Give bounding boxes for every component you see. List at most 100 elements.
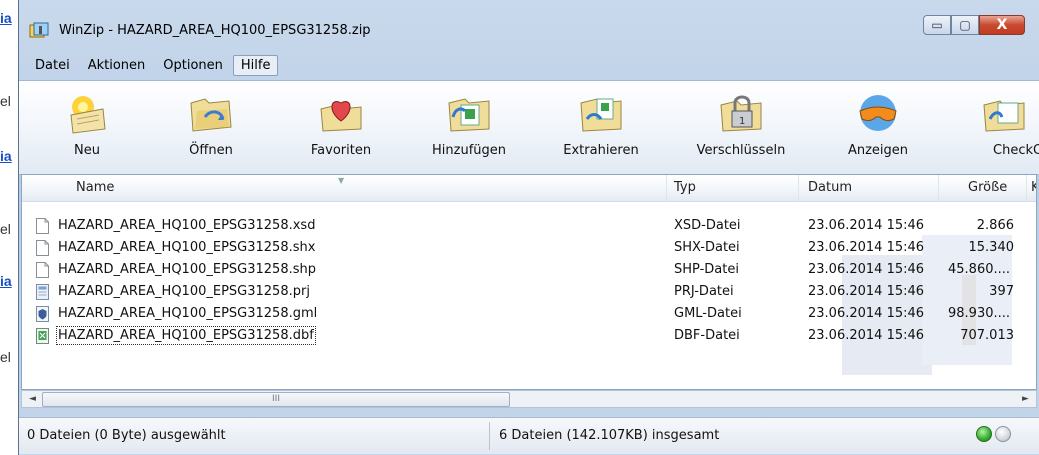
status-divider xyxy=(489,422,490,450)
tool-label: Neu xyxy=(74,143,100,158)
menu-bar: Datei Aktionen Optionen Hilfe xyxy=(27,53,280,77)
file-size: 15.340 xyxy=(968,240,1015,255)
add-files-icon xyxy=(448,98,490,132)
extract-icon xyxy=(580,98,622,132)
menu-datei[interactable]: Datei xyxy=(27,55,78,76)
column-header-k[interactable]: K xyxy=(1031,180,1036,195)
file-row[interactable]: HAZARD_AREA_HQ100_EPSG31258.prj PRJ-Date… xyxy=(22,281,1036,303)
file-row[interactable]: HAZARD_AREA_HQ100_EPSG31258.xsd XSD-Date… xyxy=(22,215,1036,237)
tool-extrahieren-button[interactable]: Extrahieren xyxy=(551,87,651,171)
file-size: 2.866 xyxy=(976,218,1014,233)
tool-neu-button[interactable]: Neu xyxy=(37,87,137,171)
new-archive-icon xyxy=(70,96,106,134)
checkout-icon xyxy=(983,100,1025,132)
file-name: HAZARD_AREA_HQ100_EPSG31258.prj xyxy=(58,284,310,299)
file-size: 397 xyxy=(989,284,1014,299)
column-divider[interactable] xyxy=(1026,175,1027,201)
green-status-light-icon xyxy=(976,426,992,442)
tool-anzeigen-button[interactable]: Anzeigen xyxy=(828,87,928,171)
file-list[interactable]: Name ▼ Typ Datum Größe K HAZARD_AREA_HQ1… xyxy=(21,174,1037,390)
menu-aktionen[interactable]: Aktionen xyxy=(80,55,154,76)
file-type: SHX-Datei xyxy=(674,240,740,255)
file-type: XSD-Datei xyxy=(674,218,741,233)
encrypt-lock-icon: 1 xyxy=(720,95,762,132)
file-date: 23.06.2014 15:46 xyxy=(808,240,925,255)
file-size: 45.860.... xyxy=(948,262,1011,277)
view-glasses-icon xyxy=(859,95,897,131)
column-header-size[interactable]: Größe xyxy=(968,180,1007,195)
document-icon xyxy=(36,262,49,278)
spreadsheet-document-icon xyxy=(36,328,49,344)
column-divider[interactable] xyxy=(938,175,939,201)
menu-hilfe[interactable]: Hilfe xyxy=(232,54,279,76)
column-headers: Name ▼ Typ Datum Größe K xyxy=(22,175,1036,202)
tool-label: CheckOu xyxy=(993,143,1039,158)
tool-favoriten-button[interactable]: Favoriten xyxy=(291,87,391,171)
file-date: 23.06.2014 15:46 xyxy=(808,328,925,343)
column-header-type[interactable]: Typ xyxy=(674,180,696,195)
file-type: SHP-Datei xyxy=(674,262,739,277)
background-text: el xyxy=(0,349,11,365)
text-document-icon xyxy=(36,284,49,300)
file-row[interactable]: HAZARD_AREA_HQ100_EPSG31258.gml GML-Date… xyxy=(22,303,1036,325)
file-name: HAZARD_AREA_HQ100_EPSG31258.shp xyxy=(58,262,316,277)
winzip-window: WinZip - HAZARD_AREA_HQ100_EPSG31258.zip… xyxy=(18,0,1039,455)
background-link[interactable]: ia xyxy=(0,10,12,26)
tool-label: Anzeigen xyxy=(847,143,909,158)
scroll-left-button[interactable]: ◄ xyxy=(24,391,41,407)
close-button[interactable]: X xyxy=(979,15,1025,35)
tool-oeffnen-button[interactable]: Öffnen xyxy=(161,87,261,171)
window-title: WinZip - HAZARD_AREA_HQ100_EPSG31258.zip xyxy=(59,23,371,38)
column-divider[interactable] xyxy=(666,175,667,201)
horizontal-scrollbar[interactable]: ◄ III ► xyxy=(21,390,1037,408)
window-controls: ▭ ▢ X xyxy=(923,15,1025,37)
status-bar: 0 Dateien (0 Byte) ausgewählt 6 Dateien … xyxy=(19,417,1039,454)
file-date: 23.06.2014 15:46 xyxy=(808,218,925,233)
background-text: el xyxy=(0,93,11,109)
document-icon xyxy=(36,218,49,234)
shield-document-icon xyxy=(36,306,49,322)
tool-label: Favoriten xyxy=(310,143,372,158)
file-row[interactable]: HAZARD_AREA_HQ100_EPSG31258.shp SHP-Date… xyxy=(22,259,1036,281)
status-lights xyxy=(976,426,1011,442)
file-size: 707.013 xyxy=(960,328,1014,343)
open-folder-icon xyxy=(190,98,232,132)
column-divider[interactable] xyxy=(798,175,799,201)
column-header-date[interactable]: Datum xyxy=(808,180,852,195)
winzip-app-icon[interactable] xyxy=(29,22,49,40)
svg-text:1: 1 xyxy=(739,116,745,127)
column-header-name[interactable]: Name xyxy=(76,180,114,195)
status-selected-count: 0 Dateien (0 Byte) ausgewählt xyxy=(27,428,226,443)
document-icon xyxy=(36,240,49,256)
menu-optionen[interactable]: Optionen xyxy=(155,55,231,76)
file-date: 23.06.2014 15:46 xyxy=(808,306,925,321)
grey-status-light-icon xyxy=(995,426,1011,442)
background-link[interactable]: ia xyxy=(0,148,12,164)
scroll-right-button[interactable]: ► xyxy=(1017,391,1034,407)
favorites-heart-icon xyxy=(320,101,362,132)
file-date: 23.06.2014 15:46 xyxy=(808,262,925,277)
tool-label: Verschlüsseln xyxy=(696,143,786,158)
tool-verschluesseln-button[interactable]: 1 Verschlüsseln xyxy=(691,87,791,171)
file-name: HAZARD_AREA_HQ100_EPSG31258.xsd xyxy=(58,218,316,233)
title-bar[interactable]: WinZip - HAZARD_AREA_HQ100_EPSG31258.zip… xyxy=(19,0,1039,52)
file-size: 98.930.... xyxy=(948,306,1011,321)
sort-indicator-icon: ▼ xyxy=(338,176,345,185)
tool-hinzufuegen-button[interactable]: Hinzufügen xyxy=(419,87,519,171)
file-name: HAZARD_AREA_HQ100_EPSG31258.shx xyxy=(58,240,316,255)
file-name: HAZARD_AREA_HQ100_EPSG31258.dbf xyxy=(56,326,316,345)
background-link[interactable]: ia xyxy=(0,273,12,289)
file-row[interactable]: HAZARD_AREA_HQ100_EPSG31258.shx SHX-Date… xyxy=(22,237,1036,259)
tool-label: Extrahieren xyxy=(563,143,639,158)
tool-checkout-button[interactable]: CheckOu xyxy=(960,87,1039,171)
maximize-button[interactable]: ▢ xyxy=(951,15,979,35)
file-type: DBF-Datei xyxy=(674,328,740,343)
status-total-count: 6 Dateien (142.107KB) insgesamt xyxy=(499,428,720,443)
tool-label: Hinzufügen xyxy=(432,143,506,158)
tool-label: Öffnen xyxy=(189,143,233,158)
file-row[interactable]: HAZARD_AREA_HQ100_EPSG31258.dbf DBF-Date… xyxy=(22,325,1036,347)
background-text: el xyxy=(0,221,11,237)
scrollbar-thumb[interactable]: III xyxy=(42,392,510,407)
minimize-button[interactable]: ▭ xyxy=(923,15,951,35)
file-type: PRJ-Datei xyxy=(674,284,734,299)
